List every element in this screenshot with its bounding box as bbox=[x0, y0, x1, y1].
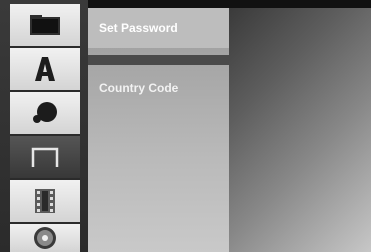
setup-screen: Set Password Country Code bbox=[0, 0, 371, 252]
top-bar bbox=[88, 0, 371, 8]
film-strip-icon bbox=[35, 189, 55, 213]
lock-icon bbox=[31, 147, 59, 167]
language-letter-a-icon bbox=[35, 57, 55, 81]
sidebar-item-disc[interactable] bbox=[10, 224, 80, 252]
disc-icon bbox=[34, 227, 56, 249]
menu-divider bbox=[88, 55, 229, 65]
sidebar-item-folder[interactable] bbox=[10, 4, 80, 48]
menu-item-country-code[interactable]: Country Code bbox=[88, 68, 229, 108]
sidebar-item-language[interactable] bbox=[10, 48, 80, 92]
sidebar bbox=[0, 0, 88, 252]
sidebar-item-others[interactable] bbox=[10, 180, 80, 224]
menu-item-label: Country Code bbox=[99, 81, 179, 95]
menu-item-set-password[interactable]: Set Password bbox=[88, 8, 229, 48]
menu-item-label: Set Password bbox=[99, 21, 178, 35]
sidebar-item-audio[interactable] bbox=[10, 92, 80, 136]
audio-speaker-icon bbox=[33, 102, 57, 123]
submenu: Set Password Country Code bbox=[88, 8, 229, 252]
sidebar-item-lock[interactable] bbox=[10, 136, 80, 180]
folder-icon bbox=[30, 15, 60, 35]
content-panel bbox=[229, 8, 371, 252]
